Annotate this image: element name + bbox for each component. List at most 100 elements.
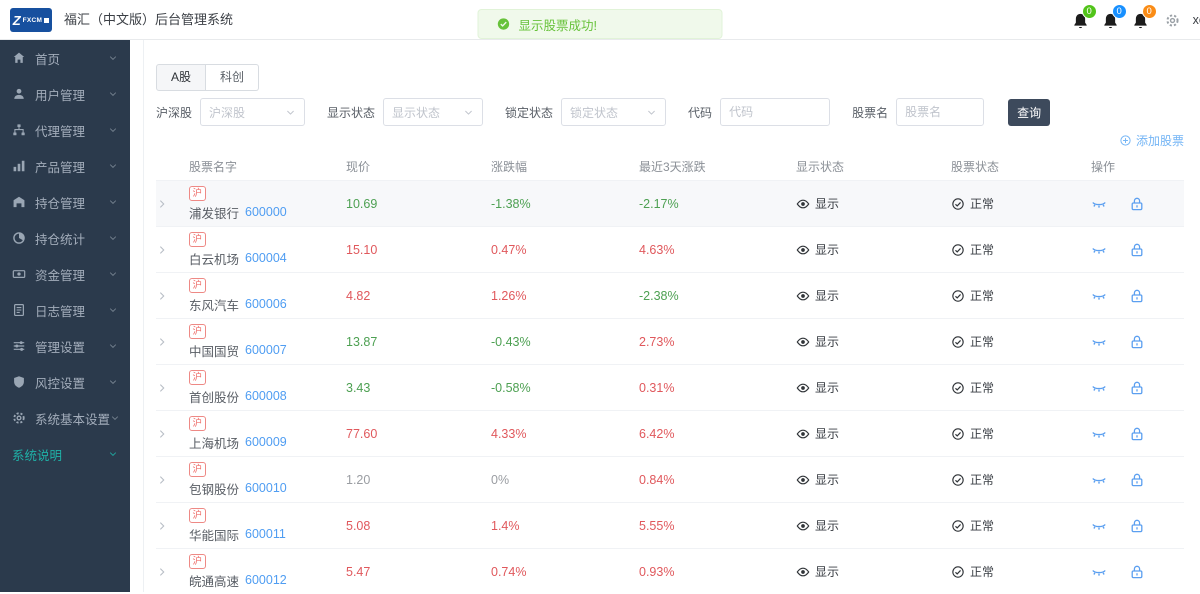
lock-stock-lock-icon[interactable] (1129, 334, 1145, 350)
change-3day-percent: 4.63% (639, 243, 796, 257)
hide-stock-eye-closed-icon[interactable] (1091, 472, 1107, 488)
lock-stock-lock-icon[interactable] (1129, 426, 1145, 442)
check-circle-icon (951, 335, 965, 349)
stock-code[interactable]: 600010 (245, 481, 287, 495)
sidebar-item[interactable]: 代理管理 (0, 112, 130, 148)
main-content: A股科创 沪深股 沪深股 显示状态 显示状态 锁定状态 锁定状态 代码 股票名 … (130, 40, 1200, 592)
chevron-down-icon (108, 341, 118, 351)
market-tab[interactable]: A股 (156, 64, 206, 91)
filter-select[interactable]: 沪深股 (200, 98, 305, 126)
filter-select[interactable]: 锁定状态 (561, 98, 666, 126)
lock-stock-lock-icon[interactable] (1129, 518, 1145, 534)
hide-stock-eye-closed-icon[interactable] (1091, 380, 1107, 396)
stock-code[interactable]: 600007 (245, 343, 287, 357)
lock-stock-lock-icon[interactable] (1129, 472, 1145, 488)
sidebar-item-icon (12, 51, 26, 65)
sidebar-item-label: 系统基本设置 (35, 409, 110, 428)
username[interactable]: xchen (1193, 13, 1200, 27)
filter-select[interactable]: 显示状态 (383, 98, 483, 126)
sidebar-item-icon (12, 267, 26, 281)
sidebar-item-label: 代理管理 (35, 121, 85, 140)
current-price: 5.47 (346, 565, 491, 579)
check-filled-icon (497, 17, 511, 31)
stock-code[interactable]: 600004 (245, 251, 287, 265)
expand-row-icon[interactable] (156, 520, 168, 532)
change-3day-percent: -2.38% (639, 289, 796, 303)
market-tab[interactable]: 科创 (206, 64, 259, 91)
sidebar-item[interactable]: 用户管理 (0, 76, 130, 112)
query-button[interactable]: 查询 (1008, 99, 1050, 126)
add-stock-label: 添加股票 (1136, 132, 1184, 149)
sidebar-item-icon (12, 303, 26, 317)
hide-stock-eye-closed-icon[interactable] (1091, 242, 1107, 258)
gear-icon[interactable] (1165, 13, 1180, 28)
toast-message: 显示股票成功! (519, 15, 597, 34)
lock-stock-lock-icon[interactable] (1129, 380, 1145, 396)
hide-stock-eye-closed-icon[interactable] (1091, 426, 1107, 442)
hide-stock-eye-closed-icon[interactable] (1091, 518, 1107, 534)
display-status-label: 显示 (815, 471, 839, 488)
filter-input[interactable] (720, 98, 830, 126)
display-status-label: 显示 (815, 563, 839, 580)
sidebar-item[interactable]: 管理设置 (0, 328, 130, 364)
expand-row-icon[interactable] (156, 428, 168, 440)
sidebar-item[interactable]: 风控设置 (0, 364, 130, 400)
display-status: 显示 (796, 379, 951, 396)
sidebar-item[interactable]: 资金管理 (0, 256, 130, 292)
hide-stock-eye-closed-icon[interactable] (1091, 334, 1107, 350)
sidebar-item-icon (12, 339, 26, 353)
expand-row-icon[interactable] (156, 474, 168, 486)
lock-stock-lock-icon[interactable] (1129, 242, 1145, 258)
add-stock-link[interactable]: 添加股票 (1119, 132, 1184, 149)
stock-status: 正常 (951, 333, 1091, 350)
stock-status-label: 正常 (970, 287, 994, 304)
expand-row-icon[interactable] (156, 336, 168, 348)
sidebar-item-icon (12, 123, 26, 137)
display-status: 显示 (796, 241, 951, 258)
expand-row-icon[interactable] (156, 566, 168, 578)
filter-group: 显示状态 显示状态 (327, 98, 483, 126)
logo-z: Z (13, 14, 21, 27)
expand-row-icon[interactable] (156, 244, 168, 256)
hide-stock-eye-closed-icon[interactable] (1091, 564, 1107, 580)
lock-stock-lock-icon[interactable] (1129, 564, 1145, 580)
stock-code[interactable]: 600009 (245, 435, 287, 449)
notification-bell-icon[interactable]: 0 (1131, 10, 1150, 30)
sidebar-item[interactable]: 系统说明 (0, 436, 130, 472)
check-circle-icon (951, 565, 965, 579)
table-row: 沪 白云机场 600004 15.10 0.47% 4.63% 显示 正常 (156, 226, 1184, 272)
stock-code[interactable]: 600012 (245, 573, 287, 587)
expand-row-icon[interactable] (156, 198, 168, 210)
app-logo[interactable]: Z FXCM (10, 8, 52, 32)
change-3day-percent: 6.42% (639, 427, 796, 441)
stock-code[interactable]: 600008 (245, 389, 287, 403)
chevron-down-icon (108, 269, 118, 279)
filter-bar: 沪深股 沪深股 显示状态 显示状态 锁定状态 锁定状态 代码 股票名 查询 (156, 98, 1184, 126)
lock-stock-lock-icon[interactable] (1129, 288, 1145, 304)
stock-name: 包钢股份 (189, 479, 239, 498)
lock-stock-lock-icon[interactable] (1129, 196, 1145, 212)
market-tag: 沪 (189, 324, 206, 339)
market-tag: 沪 (189, 186, 206, 201)
eye-icon (796, 289, 810, 303)
filter-group: 股票名 (852, 98, 984, 126)
stock-code[interactable]: 600000 (245, 205, 287, 219)
hide-stock-eye-closed-icon[interactable] (1091, 196, 1107, 212)
stocks-table: 股票名字现价涨跌幅最近3天涨跌显示状态股票状态操作 沪 浦发银行 600000 … (156, 152, 1184, 594)
stock-code[interactable]: 600011 (245, 527, 286, 541)
notification-bell-icon[interactable]: 0 (1101, 10, 1120, 30)
notification-bell-icon[interactable]: 0 (1071, 10, 1090, 30)
sidebar-item-icon (12, 375, 26, 389)
expand-row-icon[interactable] (156, 382, 168, 394)
sidebar-item[interactable]: 持仓管理 (0, 184, 130, 220)
sidebar-item[interactable]: 日志管理 (0, 292, 130, 328)
market-tag: 沪 (189, 416, 206, 431)
expand-row-icon[interactable] (156, 290, 168, 302)
filter-input[interactable] (896, 98, 984, 126)
hide-stock-eye-closed-icon[interactable] (1091, 288, 1107, 304)
sidebar-item[interactable]: 产品管理 (0, 148, 130, 184)
sidebar-item[interactable]: 首页 (0, 40, 130, 76)
sidebar-item[interactable]: 系统基本设置 (0, 400, 130, 436)
sidebar-item[interactable]: 持仓统计 (0, 220, 130, 256)
stock-code[interactable]: 600006 (245, 297, 287, 311)
